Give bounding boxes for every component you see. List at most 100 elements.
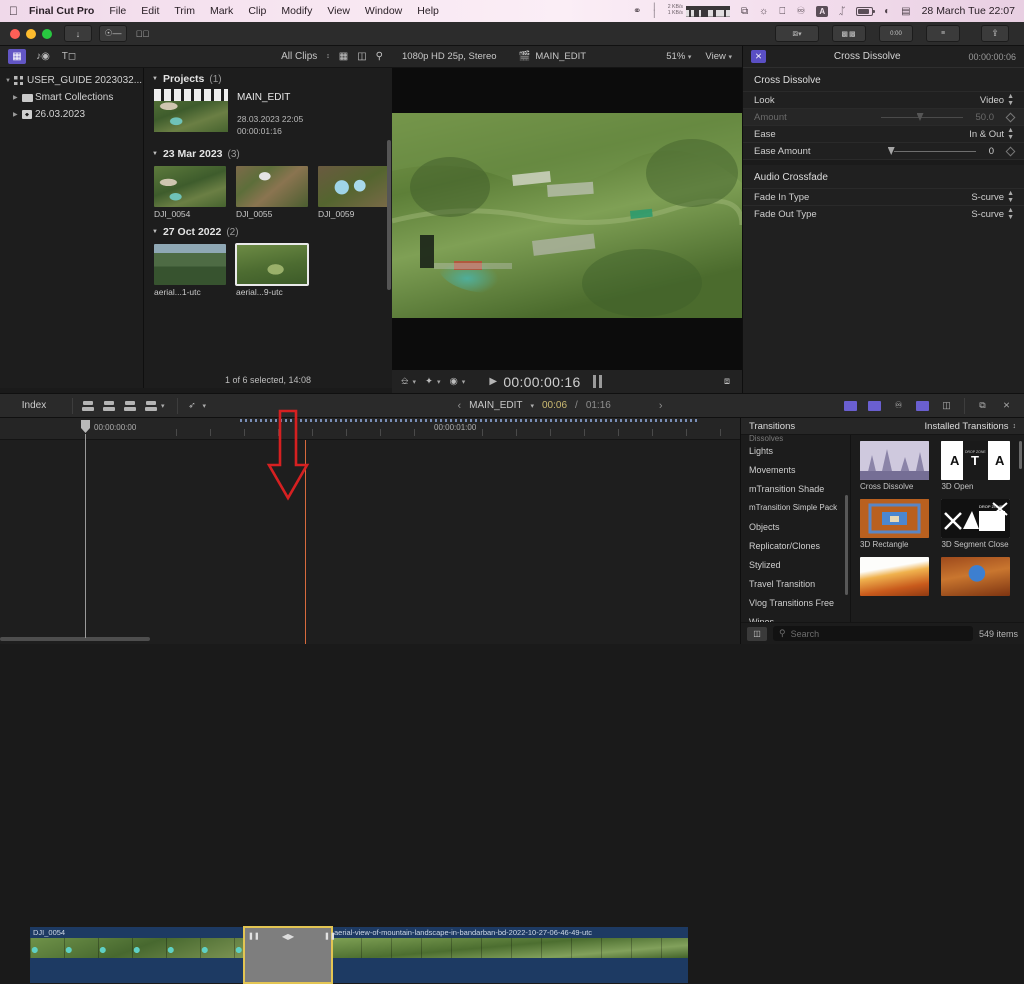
keyframe-button[interactable]: ☉— xyxy=(99,25,127,42)
transition-item[interactable]: DROP ZONE 3D Segment Close xyxy=(941,499,1011,550)
brightness-icon[interactable]: ☼ xyxy=(759,6,768,17)
installed-transitions-menu[interactable]: Installed Transitions ↕ xyxy=(925,421,1024,432)
menu-item-help[interactable]: Help xyxy=(417,5,439,17)
clip-height-icon[interactable]: ◫ xyxy=(938,398,955,413)
pause-icon[interactable] xyxy=(592,375,602,388)
project-row[interactable]: MAIN_EDIT 28.03.2023 22:05 00:00:01:16 xyxy=(144,89,392,143)
network-meter[interactable]: 2 KB/s 1 KB/s xyxy=(668,5,731,17)
clip-cell[interactable]: DJI_0059 xyxy=(318,166,390,219)
amount-slider[interactable] xyxy=(875,112,963,122)
filmstrip-view-icon[interactable]: ▦ xyxy=(339,51,348,62)
connect-icon[interactable] xyxy=(100,398,117,413)
category-scrollbar[interactable] xyxy=(845,495,848,595)
window-controls[interactable] xyxy=(0,28,64,39)
timeline-project-name[interactable]: MAIN_EDIT xyxy=(469,400,522,411)
clip-thumbnail[interactable] xyxy=(235,243,309,286)
inspector-row-fade-in-type[interactable]: Fade In Type S-curve ▲ ▼ xyxy=(743,188,1024,205)
timeline-index-button[interactable]: Index xyxy=(0,400,68,411)
disclosure-triangle-icon[interactable]: ▼ xyxy=(152,76,158,82)
sidebar-toggle-icon[interactable]: ◫ xyxy=(747,626,767,641)
enhancements-control[interactable]: ✦ ▾ xyxy=(425,376,440,387)
search-input[interactable]: ⚲ Search xyxy=(773,626,973,641)
clip-filter-label[interactable]: All Clips xyxy=(281,51,317,62)
clip-thumbnail[interactable] xyxy=(154,166,226,207)
timeline-clip[interactable]: aerial-view-of-mountain-landscape-in-ban… xyxy=(331,927,688,983)
input-source-icon[interactable]: A xyxy=(816,5,829,17)
titles-generators-icon[interactable]: T◻ xyxy=(60,49,78,64)
timeline-panel[interactable]: 00:00:00:00 00:00:01:00 DJI_0054 aerial-… xyxy=(0,418,740,984)
menu-item-window[interactable]: Window xyxy=(365,5,402,17)
viewer-video-frame[interactable] xyxy=(392,113,742,318)
disclosure-triangle-icon[interactable]: ▶ xyxy=(13,94,22,101)
keyframe-editor-button[interactable]: ▩▩ xyxy=(832,25,866,42)
stepper-icon[interactable]: ▲ ▼ xyxy=(1007,190,1014,204)
row-value[interactable]: S-curve xyxy=(971,192,1004,203)
chevron-down-icon[interactable]: ▾ xyxy=(161,402,165,410)
transition-item[interactable]: Cross Dissolve xyxy=(860,441,929,492)
row-value[interactable]: 50.0 xyxy=(976,112,995,123)
audio-meters-button[interactable]: ≡ xyxy=(926,25,960,42)
sidebar-item-event[interactable]: ▶ 26.03.2023 xyxy=(0,106,143,123)
stepper-icon[interactable]: ▲ ▼ xyxy=(1007,93,1014,107)
category-item-travel-transition[interactable]: Travel Transition xyxy=(741,574,850,593)
menu-app-name[interactable]: Final Cut Pro xyxy=(29,5,94,17)
transition-item[interactable]: A T A DROP ZONE 3D Open xyxy=(941,441,1011,492)
clip-cell[interactable]: DJI_0055 xyxy=(236,166,308,219)
category-item-movements[interactable]: Movements xyxy=(741,460,850,479)
disclosure-triangle-icon[interactable]: ▼ xyxy=(152,151,158,157)
dual-display-icon[interactable]: ⧉ xyxy=(974,398,991,413)
disclosure-triangle-icon[interactable]: ▼ xyxy=(5,78,14,84)
transform-control[interactable]: ⎒ ▾ xyxy=(401,376,416,387)
library-icon[interactable]: ▦ xyxy=(8,49,26,64)
project-thumbnail[interactable] xyxy=(154,89,228,132)
stepper-icon[interactable]: ▲ ▼ xyxy=(1007,207,1014,221)
apple-icon[interactable]:  xyxy=(9,5,18,17)
viewer-timecode-group[interactable]: ▶ 00:00:00:16 xyxy=(489,374,580,390)
row-value[interactable]: S-curve xyxy=(971,209,1004,220)
clip-thumbnail[interactable] xyxy=(236,166,308,207)
menu-item-view[interactable]: View xyxy=(327,5,350,17)
stats-icon[interactable]: │ │ xyxy=(652,4,656,18)
import-media-button[interactable]: ↓ xyxy=(64,25,92,42)
transition-item[interactable] xyxy=(860,557,929,598)
clip-cell[interactable]: DJI_0054 xyxy=(154,166,226,219)
bluetooth-icon[interactable]: ᛢ xyxy=(839,6,845,17)
transition-item[interactable] xyxy=(941,557,1011,598)
viewer-view-menu[interactable]: View ▾ xyxy=(705,51,732,62)
display-icon[interactable]: ⎕ xyxy=(779,6,785,17)
background-tasks-button[interactable]: ⧈ ▾ xyxy=(775,25,819,42)
transitions-grid[interactable]: Cross Dissolve A T A DROP ZONE 3D Open 3… xyxy=(852,435,1024,622)
clip-thumbnail[interactable] xyxy=(154,244,226,285)
menu-clock[interactable]: 28 March Tue 22:07 xyxy=(922,5,1015,17)
transitions-browser-icon[interactable]: ⨯ xyxy=(998,398,1015,413)
clip-filter-chevron-icon[interactable]: ↕ xyxy=(326,53,330,60)
category-item-mtransition-shade[interactable]: mTransition Shade xyxy=(741,479,850,498)
menu-item-modify[interactable]: Modify xyxy=(281,5,312,17)
transition-thumbnail[interactable] xyxy=(860,441,929,480)
timeline-ruler[interactable]: 00:00:00:00 00:00:01:00 xyxy=(0,418,740,440)
category-item-lights[interactable]: Lights xyxy=(741,441,850,460)
timeline-clip[interactable]: DJI_0054 xyxy=(30,927,245,983)
zoom-button[interactable] xyxy=(42,28,52,39)
playhead-handle[interactable] xyxy=(81,420,90,433)
minimize-button[interactable] xyxy=(26,28,36,39)
fullscreen-icon[interactable]: ⧈ xyxy=(724,376,742,387)
appliance-icon[interactable] xyxy=(79,398,96,413)
sidebar-item-library[interactable]: ▼ USER_GUIDE 2023032... xyxy=(0,72,143,89)
browser-scrollbar[interactable] xyxy=(387,140,391,290)
viewer-zoom-level[interactable]: 51% ▾ xyxy=(666,51,691,62)
sidebar-item-smart-collections[interactable]: ▶ Smart Collections xyxy=(0,89,143,106)
clip-thumbnail[interactable] xyxy=(318,166,390,207)
timecode-display-button[interactable]: 0:00 xyxy=(879,25,913,42)
inspector-row-ease-amount[interactable]: Ease Amount 0 xyxy=(743,142,1024,159)
transition-thumbnail[interactable]: DROP ZONE xyxy=(941,499,1011,538)
inspector-row-amount[interactable]: Amount 50.0 xyxy=(743,108,1024,125)
audio-waveform-icon[interactable] xyxy=(866,398,883,413)
wifi-icon[interactable]: ◐ xyxy=(884,6,890,17)
chevron-left-icon[interactable]: ‹ xyxy=(457,400,461,412)
transition-item[interactable]: 3D Rectangle xyxy=(860,499,929,550)
viewer-panel[interactable] xyxy=(392,68,742,370)
timeline-transition[interactable]: ❚❚ ◀▶ ❚❚ xyxy=(243,926,336,984)
append-icon[interactable] xyxy=(142,398,159,413)
disclosure-triangle-icon[interactable]: ▼ xyxy=(152,229,158,235)
